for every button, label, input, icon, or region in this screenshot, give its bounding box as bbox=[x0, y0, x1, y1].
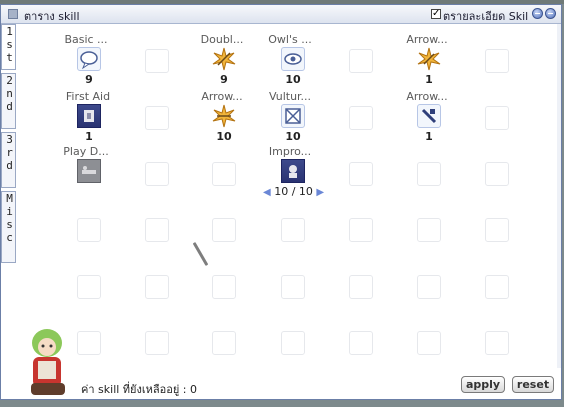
vulture-eye-icon[interactable] bbox=[281, 104, 305, 128]
empty-skill-slot bbox=[485, 331, 509, 355]
empty-skill-slot bbox=[145, 331, 169, 355]
skill-label: Impro... bbox=[268, 145, 312, 158]
skill-window: ตาราง skill ✓ ตรายละเอียด Skil 1st 2nd 3… bbox=[0, 4, 562, 400]
speech-bubble-icon[interactable] bbox=[77, 47, 101, 71]
avatar bbox=[21, 323, 73, 403]
skill-level: 10 bbox=[285, 130, 301, 143]
level-stepper: ◀ 10 / 10 ▶ bbox=[263, 185, 324, 198]
improve-concentration-icon[interactable] bbox=[281, 159, 305, 183]
empty-skill-slot bbox=[281, 331, 305, 355]
increase-level-icon[interactable]: ▶ bbox=[316, 187, 324, 198]
empty-skill-slot bbox=[145, 162, 169, 186]
empty-skill-slot bbox=[485, 275, 509, 299]
empty-skill-slot bbox=[349, 218, 373, 242]
starburst-icon[interactable] bbox=[212, 47, 236, 71]
empty-skill-slot bbox=[417, 275, 441, 299]
remaining-points: ค่า skill ที่ยังเหลืออยู่ : 0 bbox=[81, 383, 197, 396]
empty-skill-slot bbox=[349, 275, 373, 299]
starburst-icon[interactable] bbox=[417, 47, 441, 71]
skill-label: Vultur... bbox=[268, 90, 312, 103]
skill-level: 1 bbox=[85, 130, 93, 143]
reset-button[interactable]: reset bbox=[512, 376, 554, 393]
bandage-icon[interactable] bbox=[77, 104, 101, 128]
skill-label: Arrow... bbox=[406, 90, 448, 103]
apply-button[interactable]: apply bbox=[461, 376, 505, 393]
empty-skill-slot bbox=[349, 162, 373, 186]
empty-skill-slot bbox=[281, 218, 305, 242]
empty-skill-slot bbox=[417, 331, 441, 355]
skill-label: Owl's ... bbox=[268, 33, 312, 46]
empty-skill-slot bbox=[417, 218, 441, 242]
arrow-crafting-icon[interactable] bbox=[417, 104, 441, 128]
skill-level: 1 bbox=[425, 130, 433, 143]
stepper-separator: / bbox=[291, 185, 296, 198]
empty-skill-slot bbox=[417, 162, 441, 186]
empty-skill-slot bbox=[349, 106, 373, 130]
skill-label: Arrow... bbox=[201, 90, 243, 103]
empty-skill-slot bbox=[145, 218, 169, 242]
play-dead-icon[interactable] bbox=[77, 159, 101, 183]
empty-skill-slot bbox=[145, 106, 169, 130]
skill-label: Arrow... bbox=[406, 33, 448, 46]
empty-skill-slot bbox=[77, 218, 101, 242]
empty-skill-slot bbox=[145, 49, 169, 73]
empty-skill-slot bbox=[212, 331, 236, 355]
empty-skill-slot bbox=[349, 331, 373, 355]
empty-skill-slot bbox=[77, 331, 101, 355]
skill-level: 10 bbox=[285, 73, 301, 86]
empty-skill-slot bbox=[485, 162, 509, 186]
skill-label: Basic ... bbox=[64, 33, 108, 46]
skill-level: 1 bbox=[425, 73, 433, 86]
empty-skill-slot bbox=[212, 218, 236, 242]
skill-label: Doubl... bbox=[200, 33, 244, 46]
starburst-icon[interactable] bbox=[212, 104, 236, 128]
skill-level: 9 bbox=[85, 73, 93, 86]
empty-skill-slot bbox=[485, 106, 509, 130]
stepper-max: 10 bbox=[298, 185, 313, 198]
skill-grid: Basic ... 9 Doubl... 9 Owl's ... 10 Arro… bbox=[1, 5, 561, 399]
skill-label: Play D... bbox=[63, 145, 109, 158]
skill-level: 10 bbox=[216, 130, 232, 143]
empty-skill-slot bbox=[77, 275, 101, 299]
stepper-current: 10 bbox=[274, 185, 289, 198]
empty-skill-slot bbox=[145, 275, 169, 299]
skill-label: First Aid bbox=[65, 90, 111, 103]
empty-skill-slot bbox=[212, 275, 236, 299]
eye-icon[interactable] bbox=[281, 47, 305, 71]
empty-skill-slot bbox=[485, 218, 509, 242]
skill-level: 9 bbox=[220, 73, 228, 86]
empty-skill-slot bbox=[281, 275, 305, 299]
needle-cursor bbox=[192, 241, 209, 267]
decrease-level-icon[interactable]: ◀ bbox=[263, 187, 271, 198]
empty-skill-slot bbox=[212, 162, 236, 186]
empty-skill-slot bbox=[349, 49, 373, 73]
empty-skill-slot bbox=[485, 49, 509, 73]
